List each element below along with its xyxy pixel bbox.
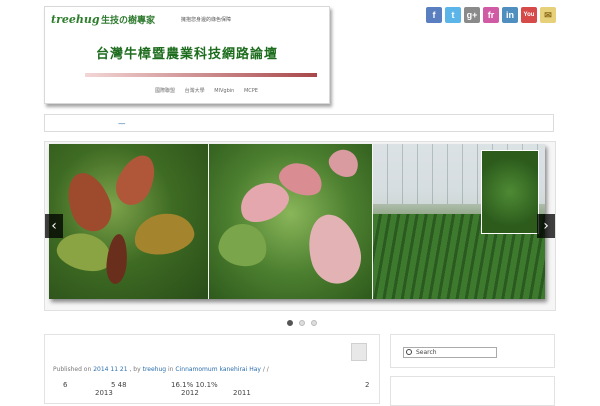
post-stat: 2011 — [233, 389, 251, 397]
partner-logos: 國際聯盟 台灣大學 MIVgbin MCPE — [155, 87, 266, 94]
search-input[interactable]: Search — [403, 347, 497, 358]
by-label: , by — [129, 366, 141, 373]
inset-photo — [481, 150, 539, 234]
published-label: Published on — [53, 366, 92, 373]
in-label: in — [168, 366, 174, 373]
partner-logo: MIVgbin — [214, 88, 235, 94]
post-card: Published on 2014 11 21 , by treehug in … — [44, 334, 380, 404]
slider-dot[interactable] — [299, 320, 305, 326]
nav-item[interactable]: — — [118, 119, 126, 128]
social-links: f t g+ fr in You ✉ — [426, 7, 556, 23]
meta-separator: / / — [262, 366, 269, 373]
search-icon — [406, 349, 412, 355]
youtube-icon[interactable]: You — [521, 7, 537, 23]
post-stat: 2 — [365, 381, 370, 389]
slider-dots — [287, 320, 317, 326]
slider-prev-button[interactable]: ‹ — [45, 214, 63, 238]
post-stat: 2013 — [95, 389, 113, 397]
post-stat: 5 48 — [111, 381, 127, 389]
site-banner[interactable]: treehug 生技の樹專家 擁抱您身邊的綠色保障 台灣牛樟暨農業科技網路論壇 … — [44, 6, 330, 104]
slide-panel-greenhouse — [373, 144, 545, 299]
slider-next-button[interactable]: › — [537, 214, 555, 238]
brand-tagline: 擁抱您身邊的綠色保障 — [181, 17, 232, 23]
post-stat: 2012 — [181, 389, 199, 397]
post-meta: Published on 2014 11 21 , by treehug in … — [53, 366, 269, 373]
brand-logo: treehug — [51, 13, 100, 26]
google-plus-icon[interactable]: g+ — [464, 7, 480, 23]
slide-panel-pink-leaf — [209, 144, 372, 299]
banner-divider — [85, 73, 317, 77]
brand-subtitle: 生技の樹專家 — [101, 16, 156, 26]
post-author[interactable]: treehug — [143, 366, 166, 373]
slide-image[interactable] — [49, 144, 545, 299]
linkedin-icon[interactable]: in — [502, 7, 518, 23]
twitter-icon[interactable]: t — [445, 7, 461, 23]
post-date[interactable]: 2014 11 21 — [93, 366, 127, 373]
post-stat: 6 — [63, 381, 68, 389]
facebook-icon[interactable]: f — [426, 7, 442, 23]
post-stat: 16.1% 10.1% — [171, 381, 218, 389]
slide-panel-red-leaf — [49, 144, 208, 299]
rss-icon[interactable]: ✉ — [540, 7, 556, 23]
partner-logo: 國際聯盟 — [155, 88, 176, 94]
partner-logo: 台灣大學 — [184, 88, 205, 94]
partner-logo: MCPE — [243, 88, 258, 94]
main-nav: — — [44, 114, 554, 132]
friendfeed-icon[interactable]: fr — [483, 7, 499, 23]
slider-dot[interactable] — [287, 320, 293, 326]
sidebar-widget — [390, 376, 555, 406]
slider-dot[interactable] — [311, 320, 317, 326]
sidebar-search-widget: Search — [390, 334, 555, 368]
post-category[interactable]: Cinnamomum kanehirai Hay — [175, 366, 261, 373]
image-slider: ‹ › — [44, 141, 556, 311]
post-thumbnail[interactable] — [351, 343, 367, 361]
site-title: 台灣牛樟暨農業科技網路論壇 — [95, 47, 278, 62]
